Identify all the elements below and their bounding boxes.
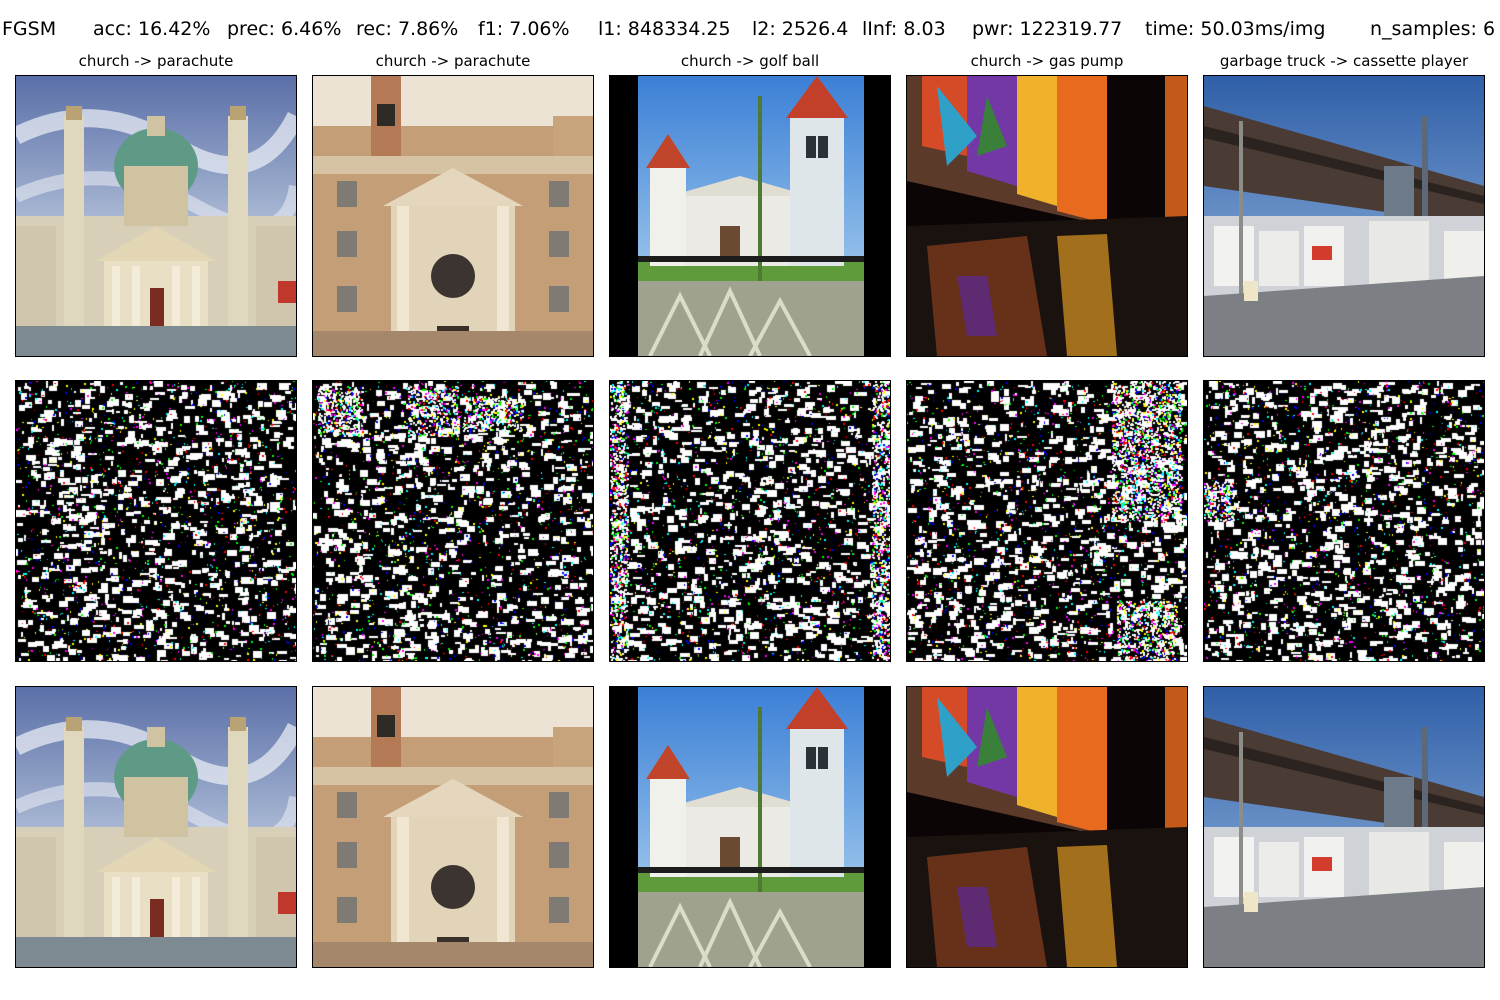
- perturbation-image-3: [609, 380, 891, 662]
- adversarial-image-2: [312, 686, 594, 968]
- perturbation-image-2: [312, 380, 594, 662]
- stat-n-samples: n_samples: 6: [1370, 18, 1496, 40]
- noise-canvas: [16, 381, 296, 661]
- noise-canvas: [610, 381, 890, 661]
- attack-method: FGSM: [2, 18, 57, 40]
- adversarial-scene: [610, 687, 890, 967]
- adversarial-scene: [313, 687, 593, 967]
- noise-canvas: [313, 381, 593, 661]
- original-image-4: [906, 75, 1188, 357]
- stat-time: time: 50.03ms/img: [1145, 18, 1326, 40]
- original-image-5: [1203, 75, 1485, 357]
- stat-l2: l2: 2526.4: [752, 18, 849, 40]
- adversarial-image-1: [15, 686, 297, 968]
- stat-recall: rec: 7.86%: [356, 18, 459, 40]
- column-title-5: garbage truck -> cassette player: [1219, 52, 1469, 70]
- column-title-2: church -> parachute: [375, 52, 531, 70]
- original-image-1: [15, 75, 297, 357]
- adversarial-image-4: [906, 686, 1188, 968]
- noise-canvas: [1204, 381, 1484, 661]
- perturbation-image-4: [906, 380, 1188, 662]
- stat-precision: prec: 6.46%: [227, 18, 342, 40]
- adversarial-image-5: [1203, 686, 1485, 968]
- noise-canvas: [907, 381, 1187, 661]
- original-image-3: [609, 75, 891, 357]
- adversarial-scene: [1204, 687, 1484, 967]
- perturbation-image-1: [15, 380, 297, 662]
- column-title-1: church -> parachute: [78, 52, 234, 70]
- perturbation-image-5: [1203, 380, 1485, 662]
- adversarial-scene: [907, 687, 1187, 967]
- stat-power: pwr: 122319.77: [972, 18, 1123, 40]
- stat-l1: l1: 848334.25: [598, 18, 731, 40]
- stat-linf: lInf: 8.03: [862, 18, 946, 40]
- column-title-4: church -> gas pump: [970, 52, 1124, 70]
- stat-f1: f1: 7.06%: [478, 18, 570, 40]
- column-title-3: church -> golf ball: [680, 52, 820, 70]
- adversarial-scene: [16, 687, 296, 967]
- stat-accuracy: acc: 16.42%: [93, 18, 211, 40]
- original-image-2: [312, 75, 594, 357]
- adversarial-image-3: [609, 686, 891, 968]
